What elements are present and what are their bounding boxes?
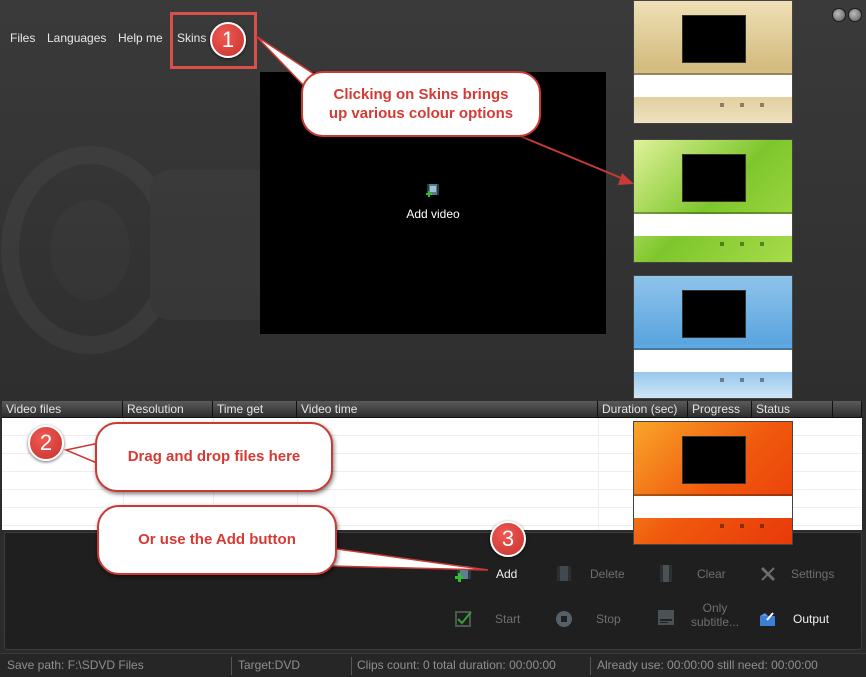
delete-button[interactable]: Delete xyxy=(555,561,635,591)
start-button[interactable]: Start xyxy=(455,606,525,636)
column-header-time-get[interactable]: Time get xyxy=(213,401,297,418)
minimize-button[interactable] xyxy=(832,8,846,22)
add-video-label: Add video xyxy=(406,207,460,221)
add-button-label: Add xyxy=(496,567,518,581)
status-separator xyxy=(351,657,352,675)
skin-dot xyxy=(740,524,744,528)
skin-preview-blue[interactable] xyxy=(633,275,793,399)
only-subtitle-button[interactable]: Only subtitle... xyxy=(657,601,747,635)
stop-icon xyxy=(556,611,572,627)
menu-help[interactable]: Help me xyxy=(118,31,163,45)
clear-button-label: Clear xyxy=(697,567,726,581)
add-button-callout: Or use the Add button xyxy=(97,505,337,575)
only-subtitle-label-line1: Only xyxy=(702,601,728,615)
settings-button-label: Settings xyxy=(791,567,835,581)
skin-list xyxy=(634,496,792,518)
skin-preview-green[interactable] xyxy=(633,139,793,263)
only-subtitle-label-line2: subtitle... xyxy=(690,615,740,629)
skins-callout-line1: Clicking on Skins brings xyxy=(333,86,509,103)
column-header-blank xyxy=(833,401,862,418)
app-window: Files Languages Help me Skins Add video xyxy=(0,0,866,677)
skin-dot xyxy=(720,524,724,528)
film-add-icon xyxy=(455,566,471,582)
step-badge-1: 1 xyxy=(210,22,246,58)
stop-button-label: Stop xyxy=(596,612,621,626)
skin-screen xyxy=(682,15,746,63)
file-list-header: Video files Resolution Time get Video ti… xyxy=(2,401,862,418)
wrench-icon xyxy=(760,566,776,582)
step-badge-2: 2 xyxy=(28,425,64,461)
settings-button[interactable]: Settings xyxy=(759,561,849,591)
drag-drop-callout: Drag and drop files here xyxy=(95,422,333,492)
column-divider xyxy=(598,418,599,530)
stop-button[interactable]: Stop xyxy=(555,606,635,636)
skins-callout-line2: up various colour options xyxy=(328,105,514,122)
start-icon xyxy=(455,611,472,627)
status-bar: Save path: F:\SDVD Files Target:DVD Clip… xyxy=(0,653,866,677)
add-button[interactable]: Add xyxy=(455,561,525,591)
skin-dot xyxy=(760,378,764,382)
skin-dot xyxy=(740,103,744,107)
column-header-resolution[interactable]: Resolution xyxy=(123,401,213,418)
skin-dot xyxy=(720,103,724,107)
column-header-video-time[interactable]: Video time xyxy=(297,401,598,418)
clear-button[interactable]: Clear xyxy=(657,561,737,591)
film-delete-icon xyxy=(557,566,571,581)
camera-watermark-icon xyxy=(1,146,290,354)
skin-dot xyxy=(760,103,764,107)
skin-dot xyxy=(760,524,764,528)
column-header-duration[interactable]: Duration (sec) xyxy=(598,401,688,418)
skin-dot xyxy=(760,242,764,246)
subtitle-icon xyxy=(658,610,674,625)
column-header-status[interactable]: Status xyxy=(752,401,833,418)
skin-screen xyxy=(682,290,746,338)
step-badge-3: 3 xyxy=(490,521,526,557)
column-header-video-files[interactable]: Video files xyxy=(2,401,123,418)
delete-button-label: Delete xyxy=(590,567,625,581)
skin-dot xyxy=(740,242,744,246)
output-button[interactable]: Output xyxy=(759,606,849,636)
skin-dot xyxy=(720,242,724,246)
only-subtitle-label: Only subtitle... xyxy=(687,601,743,629)
menu-languages[interactable]: Languages xyxy=(47,31,106,45)
skin-dot xyxy=(740,378,744,382)
film-clear-icon xyxy=(660,565,672,582)
output-folder-icon xyxy=(760,612,775,626)
skin-preview-gold[interactable] xyxy=(633,0,793,124)
skin-list xyxy=(634,214,792,236)
start-button-label: Start xyxy=(495,612,521,626)
status-separator xyxy=(231,657,232,675)
usage-status: Already use: 00:00:00 still need: 00:00:… xyxy=(597,658,818,672)
close-button[interactable] xyxy=(848,8,862,22)
skins-callout: Clicking on Skins brings up various colo… xyxy=(301,71,541,137)
target-status[interactable]: Target:DVD xyxy=(238,658,300,672)
skin-list xyxy=(634,75,792,97)
column-header-progress[interactable]: Progress xyxy=(688,401,752,418)
skin-screen xyxy=(682,436,746,484)
skin-list xyxy=(634,350,792,372)
save-path-status[interactable]: Save path: F:\SDVD Files xyxy=(7,658,144,672)
skin-screen xyxy=(682,154,746,202)
menu-files[interactable]: Files xyxy=(10,31,35,45)
clips-count-status: Clips count: 0 total duration: 00:00:00 xyxy=(357,658,556,672)
skin-preview-orange[interactable] xyxy=(633,421,793,545)
film-add-icon xyxy=(426,184,439,197)
skin-dot xyxy=(720,378,724,382)
status-separator xyxy=(590,657,591,675)
output-button-label: Output xyxy=(793,612,830,626)
